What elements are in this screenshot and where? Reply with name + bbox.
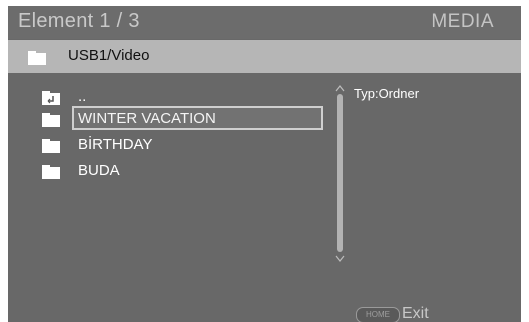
list-item-label: WINTER VACATION <box>78 110 216 127</box>
chevron-down-icon[interactable] <box>335 255 345 263</box>
list-item-winter-vacation[interactable]: WINTER VACATION <box>8 106 328 132</box>
media-browser-screen: Element 1 / 3 MEDIA USB1/Video .. WINTER… <box>8 6 521 322</box>
parent-folder-icon <box>42 91 60 105</box>
home-button[interactable]: HOME <box>356 307 400 322</box>
header-bar: Element 1 / 3 MEDIA <box>8 6 521 39</box>
list-item-buda[interactable]: BUDA <box>8 158 328 184</box>
list-item-label: .. <box>78 88 87 105</box>
exit-label: Exit <box>402 305 429 322</box>
scrollbar[interactable] <box>335 84 345 264</box>
chevron-up-icon[interactable] <box>335 84 345 92</box>
folder-icon <box>42 165 60 179</box>
folder-icon <box>28 51 46 65</box>
list-item-birthday[interactable]: BİRTHDAY <box>8 132 328 158</box>
page-title: Element 1 / 3 <box>18 10 140 32</box>
folder-icon <box>42 139 60 153</box>
list-item-label: BİRTHDAY <box>78 136 153 153</box>
folder-icon <box>42 113 60 127</box>
scroll-track[interactable] <box>337 94 343 252</box>
current-path: USB1/Video <box>68 47 150 64</box>
mode-label: MEDIA <box>431 11 494 32</box>
item-type-info: Typ:Ordner <box>354 86 420 101</box>
list-item-label: BUDA <box>78 162 120 179</box>
breadcrumb: USB1/Video <box>8 40 521 73</box>
